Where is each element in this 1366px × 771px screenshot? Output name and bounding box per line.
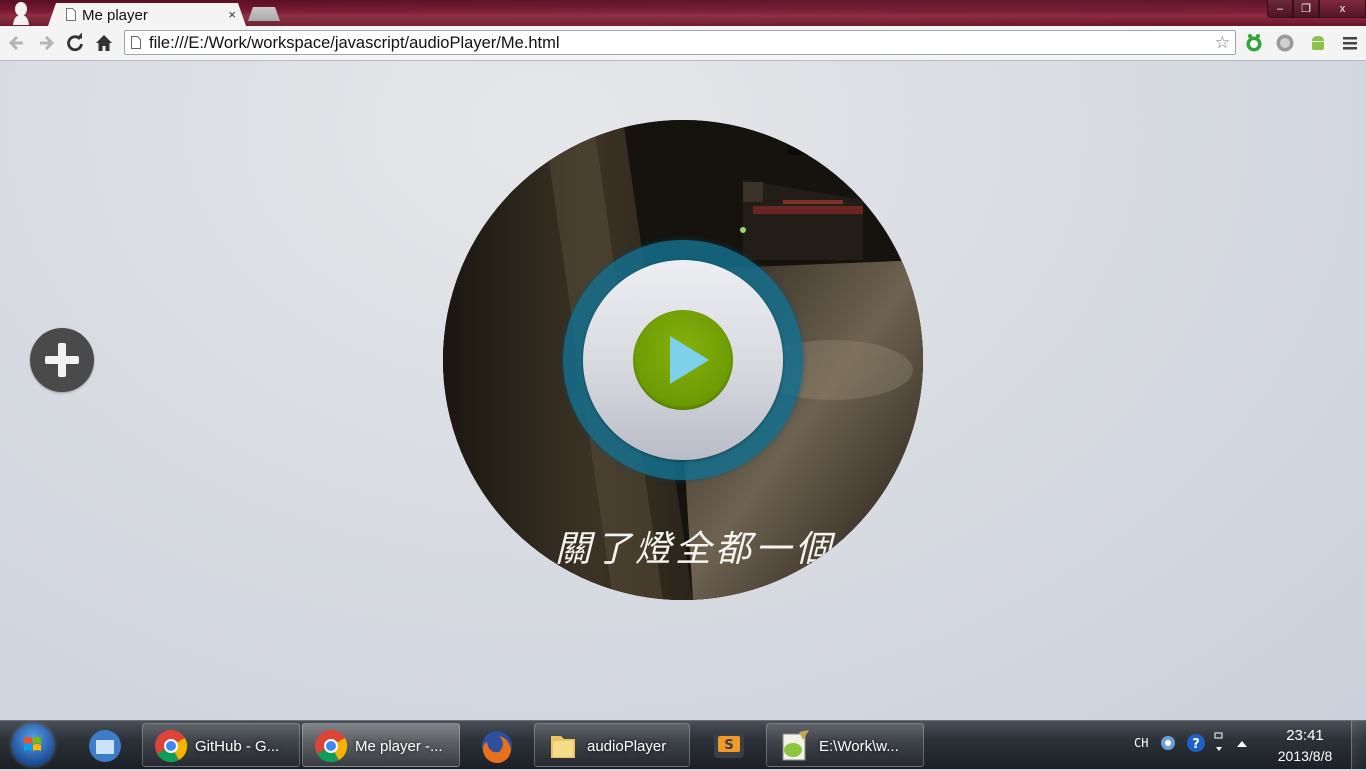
sublime-text-icon: S: [714, 732, 744, 758]
show-desktop-button[interactable]: [1351, 721, 1366, 769]
windows-logo-icon: [24, 737, 41, 751]
extension-globe-icon[interactable]: [1275, 33, 1295, 53]
ime-icon[interactable]: [1159, 734, 1177, 752]
input-language-indicator[interactable]: CH: [1134, 736, 1148, 750]
back-arrow-icon[interactable]: [7, 33, 27, 53]
address-bar[interactable]: file:///E:/Work/workspace/javascript/aud…: [124, 30, 1236, 55]
taskbar-chrome-github[interactable]: GitHub - G...: [142, 723, 300, 767]
taskbar-label: audioPlayer: [587, 738, 667, 755]
document-icon: [66, 8, 76, 21]
forward-arrow-icon[interactable]: [36, 33, 56, 53]
clock-time[interactable]: 23:41: [1270, 727, 1340, 744]
url-text[interactable]: file:///E:/Work/workspace/javascript/aud…: [149, 34, 560, 53]
browser-tab-me-player[interactable]: Me player ×: [48, 3, 246, 26]
reload-icon[interactable]: [65, 33, 85, 53]
start-button[interactable]: [12, 724, 54, 766]
add-track-button[interactable]: [30, 328, 94, 392]
taskbar-explorer[interactable]: [72, 723, 136, 767]
browser-titlebar: Me player × – ❐ x: [0, 0, 1366, 26]
help-icon[interactable]: ?: [1186, 733, 1206, 753]
taskbar-label: E:\Work\w...: [819, 738, 899, 755]
svg-text:S: S: [724, 738, 733, 753]
taskbar-folder-audioplayer[interactable]: audioPlayer: [534, 723, 690, 767]
page-icon: [131, 36, 141, 49]
menu-icon[interactable]: [1340, 33, 1360, 53]
notepad-plus-plus-icon: [782, 730, 809, 761]
bookmark-star-icon[interactable]: ☆: [1215, 33, 1230, 53]
chrome-icon: [315, 730, 348, 763]
window-controls: – ❐ x: [1267, 0, 1366, 18]
play-button[interactable]: [633, 310, 733, 410]
explorer-libraries-icon: [89, 730, 121, 762]
taskbar-chrome-me-player[interactable]: Me player -...: [302, 723, 460, 767]
svg-text:?: ?: [1192, 737, 1200, 752]
taskbar-label: Me player -...: [355, 738, 443, 755]
taskbar-notepad-plus-plus[interactable]: E:\Work\w...: [766, 723, 924, 767]
firefox-icon: [482, 731, 512, 764]
maximize-button[interactable]: ❐: [1293, 0, 1319, 18]
browser-toolbar: file:///E:/Work/workspace/javascript/aud…: [0, 26, 1366, 61]
minimize-button[interactable]: –: [1267, 0, 1293, 18]
clock-date[interactable]: 2013/8/8: [1266, 748, 1344, 764]
play-icon: [670, 336, 709, 384]
home-icon[interactable]: [94, 33, 114, 53]
folder-icon: [551, 736, 575, 758]
taskbar-firefox[interactable]: [466, 723, 530, 767]
taskbar-sublime[interactable]: S: [696, 723, 760, 767]
profile-avatar-icon[interactable]: [10, 1, 32, 25]
extension-green-icon[interactable]: [1244, 33, 1264, 53]
show-hidden-icons-icon[interactable]: [1236, 739, 1248, 749]
close-window-button[interactable]: x: [1319, 0, 1366, 18]
album-subtitle: 關了燈全都一個: [555, 529, 836, 570]
language-toggle-icon[interactable]: [1212, 731, 1226, 755]
android-icon[interactable]: [1308, 33, 1328, 53]
tab-close-icon[interactable]: ×: [228, 7, 236, 22]
tab-title: Me player: [82, 7, 148, 24]
plus-icon: [45, 343, 79, 377]
chrome-icon: [155, 730, 188, 763]
windows-taskbar: GitHub - G... Me player -... audioPlayer…: [0, 720, 1366, 769]
new-tab-button[interactable]: [248, 7, 280, 21]
taskbar-label: GitHub - G...: [195, 738, 280, 755]
